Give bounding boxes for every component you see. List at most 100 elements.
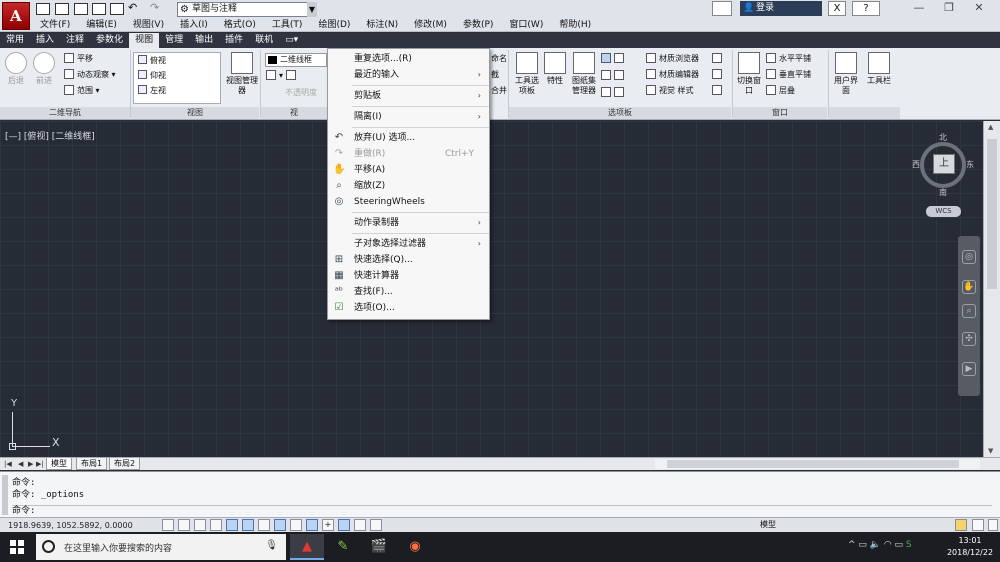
- selection-cycling-icon[interactable]: [370, 519, 382, 531]
- tab-annotate[interactable]: 注释: [60, 33, 90, 48]
- view-manager-button[interactable]: 视图管理器: [226, 52, 258, 96]
- orbit-icon[interactable]: ✣: [962, 332, 976, 346]
- menu-format[interactable]: 格式(O): [216, 18, 264, 32]
- viewcube-top-face[interactable]: 上: [933, 154, 955, 174]
- view-top[interactable]: 俯视: [134, 53, 220, 68]
- menu-item-recent-input[interactable]: 最近的输入 ›: [328, 67, 489, 83]
- extent-button[interactable]: 范围 ▾: [64, 84, 100, 98]
- menu-item-quick-select[interactable]: ⊞ 快速选择(Q)...: [328, 252, 489, 268]
- palette-small-icon[interactable]: [712, 84, 725, 98]
- tab-home[interactable]: 常用: [0, 33, 30, 48]
- autocad-taskbar-icon[interactable]: ▲: [290, 534, 324, 560]
- ribbon-options-icon[interactable]: ▭▾: [279, 33, 304, 48]
- menu-tools[interactable]: 工具(T): [264, 18, 311, 32]
- zoom-icon[interactable]: ⌕: [962, 304, 976, 318]
- tab-nav-last-icon[interactable]: ▶|: [36, 458, 44, 470]
- switch-window-button[interactable]: 切换窗口: [736, 52, 762, 96]
- transparency-toggle-icon[interactable]: [338, 519, 350, 531]
- vertical-scrollbar[interactable]: ▲ ▼: [983, 121, 1000, 457]
- polar-icon[interactable]: [226, 519, 238, 531]
- forward-button[interactable]: 前进: [32, 52, 56, 86]
- palette-small-icon[interactable]: [712, 68, 725, 82]
- menu-item-zoom[interactable]: ⌕ 缩放(Z): [328, 178, 489, 194]
- layout-tab-model[interactable]: 模型: [46, 458, 72, 470]
- compass-east[interactable]: 东: [966, 159, 974, 170]
- print-icon[interactable]: [110, 3, 124, 15]
- tray-app-icon[interactable]: S: [906, 540, 912, 550]
- osnap-icon[interactable]: [242, 519, 254, 531]
- back-button[interactable]: 后退: [4, 52, 28, 86]
- menu-item-repeat-options[interactable]: 重复选项...(R): [328, 51, 489, 67]
- visual-styles-button[interactable]: 视觉 样式: [646, 84, 694, 98]
- menu-modify[interactable]: 修改(M): [406, 18, 455, 32]
- taskbar-search[interactable]: 在这里输入你要搜索的内容 🎙: [36, 534, 286, 560]
- scroll-thumb[interactable]: [987, 139, 997, 289]
- close-icon[interactable]: ✕: [964, 0, 994, 16]
- menu-dimension[interactable]: 标注(N): [358, 18, 406, 32]
- workspace-select[interactable]: ⚙ 草图与注释 ▼: [177, 2, 317, 17]
- exchange-icon[interactable]: X: [828, 1, 846, 16]
- pan-hand-icon[interactable]: ✋: [962, 280, 976, 294]
- horizontal-scrollbar[interactable]: [655, 459, 980, 469]
- menu-item-undo[interactable]: ↶ 放弃(U) 选项...: [328, 130, 489, 146]
- material-editor-button[interactable]: 材质编辑器: [646, 68, 699, 82]
- color-app-taskbar-icon[interactable]: ◉: [398, 534, 432, 560]
- tile-horizontal-button[interactable]: 水平平铺: [766, 52, 811, 66]
- compass-north[interactable]: 北: [939, 132, 947, 143]
- view-bottom[interactable]: 仰视: [134, 68, 220, 83]
- menu-help[interactable]: 帮助(H): [551, 18, 599, 32]
- layout-tab-2[interactable]: 布局2: [109, 458, 141, 470]
- menu-item-pan[interactable]: ✋ 平移(A): [328, 162, 489, 178]
- microphone-icon[interactable]: 🎙: [265, 540, 278, 551]
- showmotion-icon[interactable]: ▶: [962, 362, 976, 376]
- system-tray[interactable]: ^ ▭ 🔈 ◠ ▭ S: [848, 540, 912, 550]
- ortho-icon[interactable]: [210, 519, 222, 531]
- windows-start-icon[interactable]: [10, 540, 24, 554]
- qat-dropdown-icon[interactable]: ▼: [307, 2, 317, 17]
- open-file-icon[interactable]: [55, 3, 69, 15]
- redo-icon[interactable]: ↷: [150, 2, 164, 15]
- command-grip[interactable]: [2, 475, 8, 515]
- palette-small-icon[interactable]: [712, 52, 725, 66]
- app-menu-button[interactable]: A: [2, 2, 30, 30]
- render-options-button[interactable]: ▾: [266, 69, 299, 83]
- tab-manage[interactable]: 管理: [159, 33, 189, 48]
- 3d-osnap-icon[interactable]: [258, 519, 270, 531]
- view-left[interactable]: 左视: [134, 83, 220, 98]
- login-button[interactable]: 👤 登录: [740, 1, 822, 16]
- grid-icon[interactable]: [194, 519, 206, 531]
- menu-insert[interactable]: 插入(I): [172, 18, 216, 32]
- scroll-up-icon[interactable]: ▲: [988, 123, 993, 131]
- menu-item-subobject-filter[interactable]: 子对象选择过滤器 ›: [328, 236, 489, 252]
- command-input[interactable]: 命令:: [12, 505, 992, 517]
- menu-view[interactable]: 视图(V): [125, 18, 172, 32]
- video-editor-taskbar-icon[interactable]: 🎬: [362, 534, 396, 560]
- menu-draw[interactable]: 绘图(D): [310, 18, 358, 32]
- tab-plugins[interactable]: 插件: [219, 33, 249, 48]
- tab-view[interactable]: 视图: [129, 33, 160, 48]
- tab-nav-prev-icon[interactable]: ◀: [18, 458, 23, 470]
- undo-icon[interactable]: ↶: [128, 2, 142, 15]
- viewcube[interactable]: 北 南 东 西 上: [912, 133, 974, 197]
- isolate-objects-icon[interactable]: [972, 519, 984, 531]
- tile-vertical-button[interactable]: 垂直平铺: [766, 68, 811, 82]
- layout-tab-1[interactable]: 布局1: [76, 458, 108, 470]
- menu-item-action-recorder[interactable]: 动作录制器 ›: [328, 215, 489, 231]
- tab-nav-next-icon[interactable]: ▶: [28, 458, 33, 470]
- menu-edit[interactable]: 编辑(E): [78, 18, 125, 32]
- dyn-input-icon[interactable]: [306, 519, 318, 531]
- save-as-icon[interactable]: [92, 3, 106, 15]
- menu-item-options[interactable]: ☑ 选项(O)...: [328, 300, 489, 316]
- tab-nav-first-icon[interactable]: |◀: [4, 458, 12, 470]
- ducs-icon[interactable]: [290, 519, 302, 531]
- menu-parametric[interactable]: 参数(P): [455, 18, 501, 32]
- search-icon[interactable]: [712, 1, 732, 16]
- scroll-down-icon[interactable]: ▼: [988, 447, 993, 455]
- properties-button[interactable]: 特性: [543, 52, 567, 86]
- lineweight-icon[interactable]: +: [322, 519, 334, 531]
- tab-output[interactable]: 输出: [189, 33, 219, 48]
- taskbar-clock[interactable]: 13:01 2018/12/22: [942, 535, 998, 559]
- menu-item-isolate[interactable]: 隔离(I) ›: [328, 109, 489, 125]
- named-views-list[interactable]: 俯视 仰视 左视: [133, 52, 221, 104]
- tool-palettes-button[interactable]: 工具选项板: [512, 52, 542, 96]
